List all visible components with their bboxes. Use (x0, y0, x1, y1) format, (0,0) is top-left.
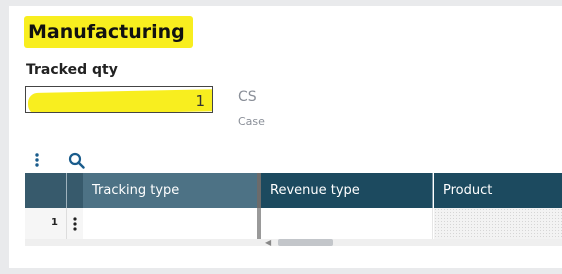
search-icon (68, 152, 85, 169)
cell-revenue-type[interactable] (261, 208, 433, 239)
tracking-table: Tracking type Revenue type Product 1 ◀ (25, 173, 562, 246)
table-row[interactable]: 1 (25, 208, 562, 239)
scroll-thumb[interactable] (278, 239, 333, 246)
row-number-header (25, 173, 66, 208)
tracked-qty-input[interactable]: 1 (25, 86, 213, 113)
unit-code: CS (238, 89, 257, 105)
manufacturing-panel: Manufacturing Tracked qty 1 CS Case Trac… (9, 6, 562, 268)
row-action-header (67, 173, 83, 208)
cell-product[interactable] (434, 208, 562, 239)
section-title: Manufacturing (24, 16, 193, 48)
vertical-dots-icon (35, 153, 39, 167)
tracked-qty-value: 1 (195, 92, 205, 110)
column-header-revenue-type[interactable]: Revenue type (261, 173, 433, 208)
vertical-dots-icon (73, 216, 77, 231)
search-button[interactable] (65, 150, 87, 170)
row-number: 1 (51, 217, 58, 228)
more-actions-button[interactable] (26, 150, 48, 170)
table-header: Tracking type Revenue type Product (25, 173, 562, 208)
scroll-left-icon[interactable]: ◀ (265, 239, 271, 247)
column-header-tracking-type[interactable]: Tracking type (83, 173, 257, 208)
unit-name: Case (238, 115, 265, 128)
horizontal-scrollbar[interactable]: ◀ (25, 239, 562, 246)
row-number-cell: 1 (25, 208, 66, 239)
tracked-qty-label: Tracked qty (26, 62, 118, 78)
cell-tracking-type[interactable] (83, 208, 257, 239)
row-actions-button[interactable] (67, 208, 83, 239)
column-header-product[interactable]: Product (434, 173, 562, 208)
highlight-mark (27, 88, 212, 112)
